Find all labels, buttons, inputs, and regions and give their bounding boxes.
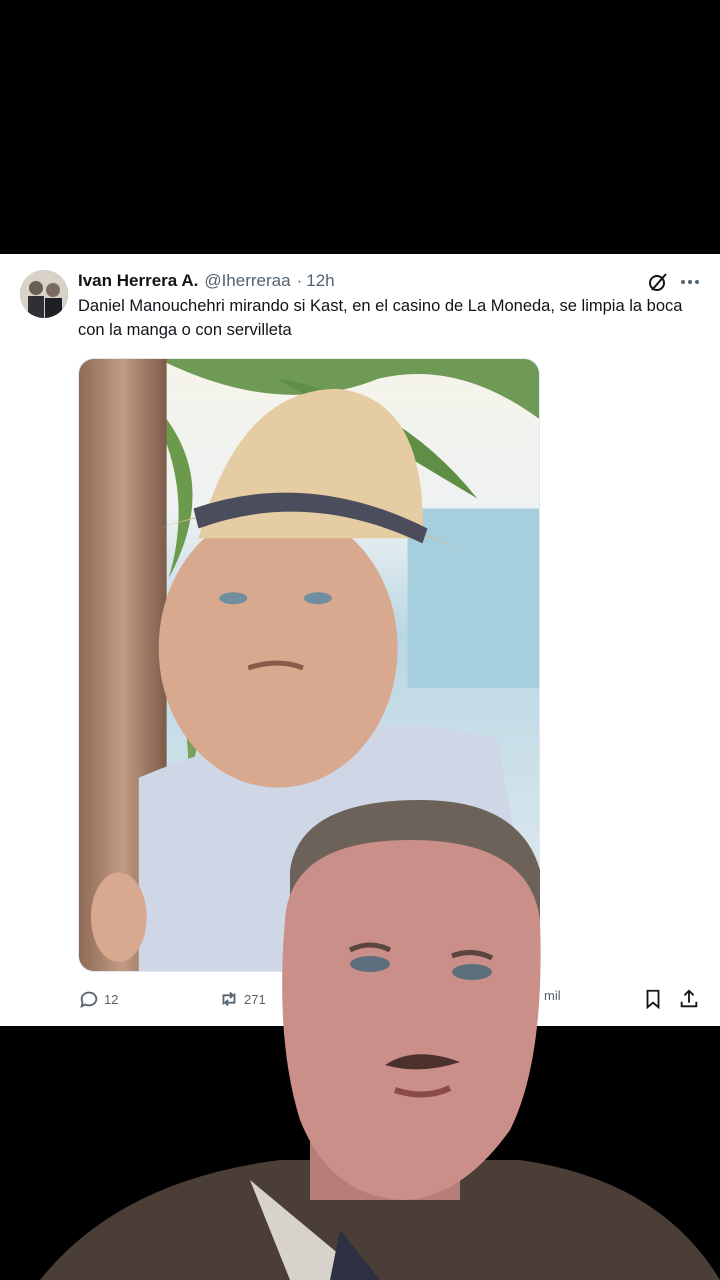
display-name[interactable]: Ivan Herrera A. — [78, 271, 198, 291]
more-icon[interactable] — [678, 270, 702, 294]
overlay-portrait-image — [40, 800, 720, 1280]
avatar[interactable] — [20, 270, 68, 318]
tweet-text: Daniel Manouchehri mirando si Kast, en e… — [78, 297, 683, 339]
separator-dot: · — [296, 271, 303, 290]
user-handle[interactable]: @Iherreraa — [204, 271, 290, 291]
grok-icon[interactable] — [646, 270, 670, 294]
timestamp[interactable]: 12h — [306, 271, 334, 291]
tweet-header: Ivan Herrera A. @Iherreraa · 12h — [78, 268, 335, 294]
